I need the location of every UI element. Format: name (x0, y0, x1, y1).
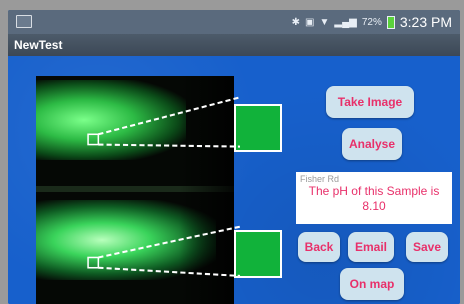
on-map-button[interactable]: On map (340, 268, 404, 300)
photo-shadow (179, 76, 234, 304)
result-text: The pH of this Sample is (308, 184, 440, 198)
app-title-bar: NewTest (8, 34, 460, 56)
on-map-label: On map (349, 277, 395, 291)
email-button[interactable]: Email (348, 232, 394, 262)
wifi-icon: ▼ (319, 16, 330, 28)
notification-app-icon (16, 15, 32, 28)
email-label: Email (354, 240, 387, 254)
analyse-label: Analyse (348, 137, 396, 151)
sample-photo (36, 76, 234, 304)
save-label: Save (412, 240, 442, 254)
signal-icon: ▂▄▆ (334, 16, 357, 28)
result-location: Fisher Rd (300, 174, 340, 184)
vibrate-icon: ▣ (305, 16, 315, 28)
app-title: NewTest (14, 38, 63, 52)
status-bar: ✱ ▣ ▼ ▂▄▆ 72% 3:23 PM (8, 10, 460, 34)
sample-glow-top (36, 80, 186, 160)
color-swatch-bottom (234, 230, 282, 278)
color-swatch-top (234, 104, 282, 152)
main-content: Take Image Analyse Fisher Rd The pH of t… (8, 56, 460, 304)
phone-screen: ✱ ▣ ▼ ▂▄▆ 72% 3:23 PM NewTest Take Image… (8, 10, 460, 304)
save-button[interactable]: Save (406, 232, 448, 262)
take-image-button[interactable]: Take Image (326, 86, 414, 118)
back-label: Back (304, 240, 334, 254)
battery-percent: 72% (361, 16, 382, 28)
clock: 3:23 PM (399, 14, 452, 30)
result-panel: Fisher Rd The pH of this Sample is 8.10 (296, 172, 452, 224)
bluetooth-icon: ✱ (291, 16, 301, 28)
battery-icon (386, 15, 395, 29)
result-value: 8.10 (362, 199, 386, 213)
status-icons: ✱ ▣ ▼ ▂▄▆ 72% 3:23 PM (292, 14, 452, 30)
back-button[interactable]: Back (298, 232, 340, 262)
analyse-button[interactable]: Analyse (342, 128, 402, 160)
take-image-label: Take Image (337, 95, 403, 109)
